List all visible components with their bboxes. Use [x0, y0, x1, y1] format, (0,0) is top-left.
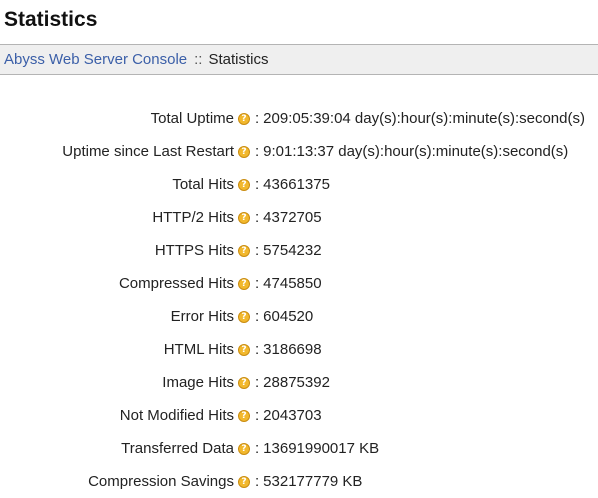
breadcrumb-separator: :: — [194, 51, 203, 68]
stat-row-total-uptime: Total Uptime ? : 209:05:39:04 day(s):hou… — [0, 102, 598, 135]
statistics-table: Total Uptime ? : 209:05:39:04 day(s):hou… — [0, 102, 598, 498]
stat-row-http2-hits: HTTP/2 Hits ? : 4372705 — [0, 201, 598, 234]
help-icon[interactable]: ? — [238, 112, 250, 125]
stat-row-image-hits: Image Hits ? : 28875392 — [0, 366, 598, 399]
stat-value: 532177779 KB — [263, 473, 363, 490]
help-icon[interactable]: ? — [238, 178, 250, 191]
help-icon[interactable]: ? — [238, 211, 250, 224]
breadcrumb-console-link[interactable]: Abyss Web Server Console — [4, 51, 187, 68]
stat-row-transferred-data: Transferred Data ? : 13691990017 KB — [0, 432, 598, 465]
stat-row-uptime-since-restart: Uptime since Last Restart ? : 9:01:13:37… — [0, 135, 598, 168]
stat-label: Compression Savings — [88, 473, 234, 490]
help-icon[interactable]: ? — [238, 475, 250, 488]
stat-label: Total Hits — [172, 176, 234, 193]
stat-value: 2043703 — [263, 407, 322, 424]
stat-row-compression-savings: Compression Savings ? : 532177779 KB — [0, 465, 598, 498]
stat-colon: : — [255, 143, 260, 160]
help-icon[interactable]: ? — [238, 310, 250, 323]
stat-value: 604520 — [263, 308, 314, 325]
stat-row-https-hits: HTTPS Hits ? : 5754232 — [0, 234, 598, 267]
stat-label: HTTPS Hits — [154, 242, 234, 259]
stat-label: Compressed Hits — [118, 275, 234, 292]
help-icon[interactable]: ? — [238, 343, 250, 356]
breadcrumb: Abyss Web Server Console:: Statistics — [0, 44, 598, 75]
stat-label: Total Uptime — [150, 110, 234, 127]
help-icon[interactable]: ? — [238, 244, 250, 257]
stat-label: Error Hits — [170, 308, 234, 325]
stat-row-error-hits: Error Hits ? : 604520 — [0, 300, 598, 333]
stat-colon: : — [255, 374, 260, 391]
stat-value: 209:05:39:04 day(s):hour(s):minute(s):se… — [263, 110, 585, 127]
stat-label: Uptime since Last Restart — [62, 143, 234, 160]
help-icon[interactable]: ? — [238, 145, 250, 158]
stat-value: 4372705 — [263, 209, 322, 226]
stat-value: 5754232 — [263, 242, 322, 259]
help-icon[interactable]: ? — [238, 409, 250, 422]
help-icon[interactable]: ? — [238, 442, 250, 455]
stat-colon: : — [255, 440, 260, 457]
stat-value: 13691990017 KB — [263, 440, 380, 457]
stat-label: Transferred Data — [121, 440, 234, 457]
stat-label: Not Modified Hits — [119, 407, 234, 424]
stat-colon: : — [255, 242, 260, 259]
stat-value: 28875392 — [263, 374, 330, 391]
help-icon[interactable]: ? — [238, 277, 250, 290]
stat-colon: : — [255, 473, 260, 490]
stat-value: 9:01:13:37 day(s):hour(s):minute(s):seco… — [263, 143, 569, 160]
stat-label: HTML Hits — [163, 341, 234, 358]
stat-colon: : — [255, 407, 260, 424]
page-title: Statistics — [4, 8, 98, 31]
stat-colon: : — [255, 176, 260, 193]
stat-row-total-hits: Total Hits ? : 43661375 — [0, 168, 598, 201]
stat-row-compressed-hits: Compressed Hits ? : 4745850 — [0, 267, 598, 300]
help-icon[interactable]: ? — [238, 376, 250, 389]
stat-row-html-hits: HTML Hits ? : 3186698 — [0, 333, 598, 366]
stat-label: Image Hits — [162, 374, 234, 391]
stat-colon: : — [255, 110, 260, 127]
breadcrumb-current: Statistics — [208, 51, 269, 68]
stat-colon: : — [255, 275, 260, 292]
stat-colon: : — [255, 209, 260, 226]
stat-value: 3186698 — [263, 341, 322, 358]
stat-label: HTTP/2 Hits — [152, 209, 234, 226]
stat-row-not-modified-hits: Not Modified Hits ? : 2043703 — [0, 399, 598, 432]
stat-value: 43661375 — [263, 176, 330, 193]
stat-value: 4745850 — [263, 275, 322, 292]
stat-colon: : — [255, 308, 260, 325]
stat-colon: : — [255, 341, 260, 358]
